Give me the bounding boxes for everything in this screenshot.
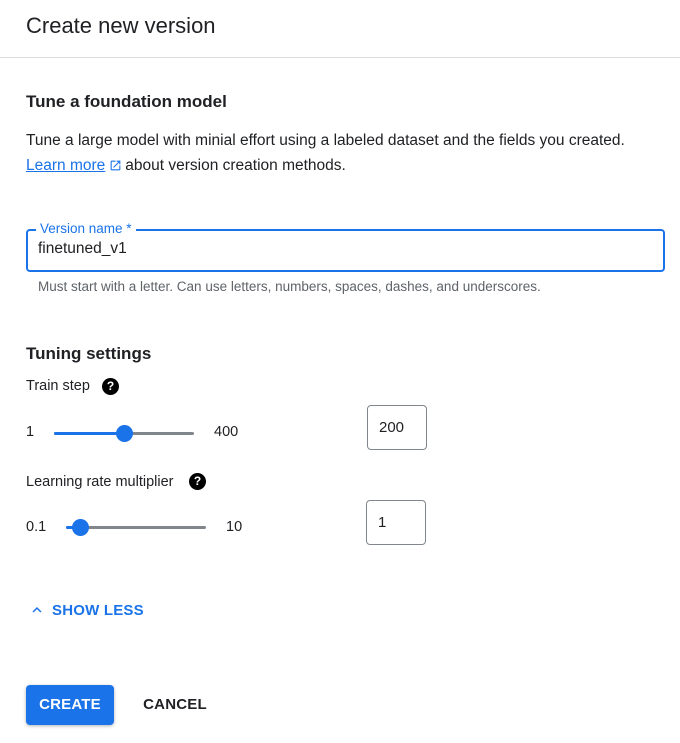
show-less-label: SHOW LESS: [52, 601, 144, 619]
learning-rate-label: Learning rate multiplier: [26, 474, 174, 490]
help-icon[interactable]: ?: [102, 378, 119, 395]
open-in-new-icon[interactable]: [109, 159, 122, 172]
train-step-number-field[interactable]: [367, 405, 427, 450]
description-line-2-text: about version creation methods.: [125, 157, 346, 174]
learning-rate-input[interactable]: [378, 514, 420, 531]
train-step-input[interactable]: [379, 419, 421, 436]
version-name-field[interactable]: Version name *: [26, 221, 665, 272]
create-button[interactable]: CREATE: [26, 685, 114, 725]
tuning-settings-heading: Tuning settings: [26, 344, 152, 363]
tune-description: Tune a large model with minial effort us…: [26, 128, 666, 178]
learning-rate-slider[interactable]: [66, 519, 206, 536]
train-step-slider-fill: [54, 432, 124, 435]
learning-rate-max: 10: [226, 519, 243, 535]
help-icon[interactable]: ?: [189, 473, 206, 490]
learning-rate-slider-thumb[interactable]: [72, 519, 89, 536]
train-step-max: 400: [214, 424, 239, 440]
version-name-label: Version name *: [36, 221, 136, 236]
train-step-slider[interactable]: [54, 425, 194, 442]
show-less-toggle[interactable]: SHOW LESS: [28, 600, 144, 620]
description-line-2: Learn more about version creation methods…: [26, 153, 666, 178]
description-line-1: Tune a large model with minial effort us…: [26, 132, 625, 149]
dialog-title: Create new version: [26, 13, 216, 38]
version-name-input[interactable]: [38, 240, 638, 258]
version-name-hint: Must start with a letter. Can use letter…: [38, 279, 541, 294]
learn-more-link[interactable]: Learn more: [26, 157, 105, 174]
cancel-button[interactable]: CANCEL: [136, 685, 214, 725]
dialog-header: Create new version: [0, 0, 680, 58]
tune-heading: Tune a foundation model: [26, 92, 227, 111]
learning-rate-number-field[interactable]: [366, 500, 426, 545]
train-step-min: 1: [26, 424, 35, 440]
learning-rate-min: 0.1: [26, 519, 47, 535]
chevron-up-icon: [32, 607, 42, 613]
train-step-label: Train step: [26, 378, 90, 394]
train-step-slider-thumb[interactable]: [116, 425, 133, 442]
